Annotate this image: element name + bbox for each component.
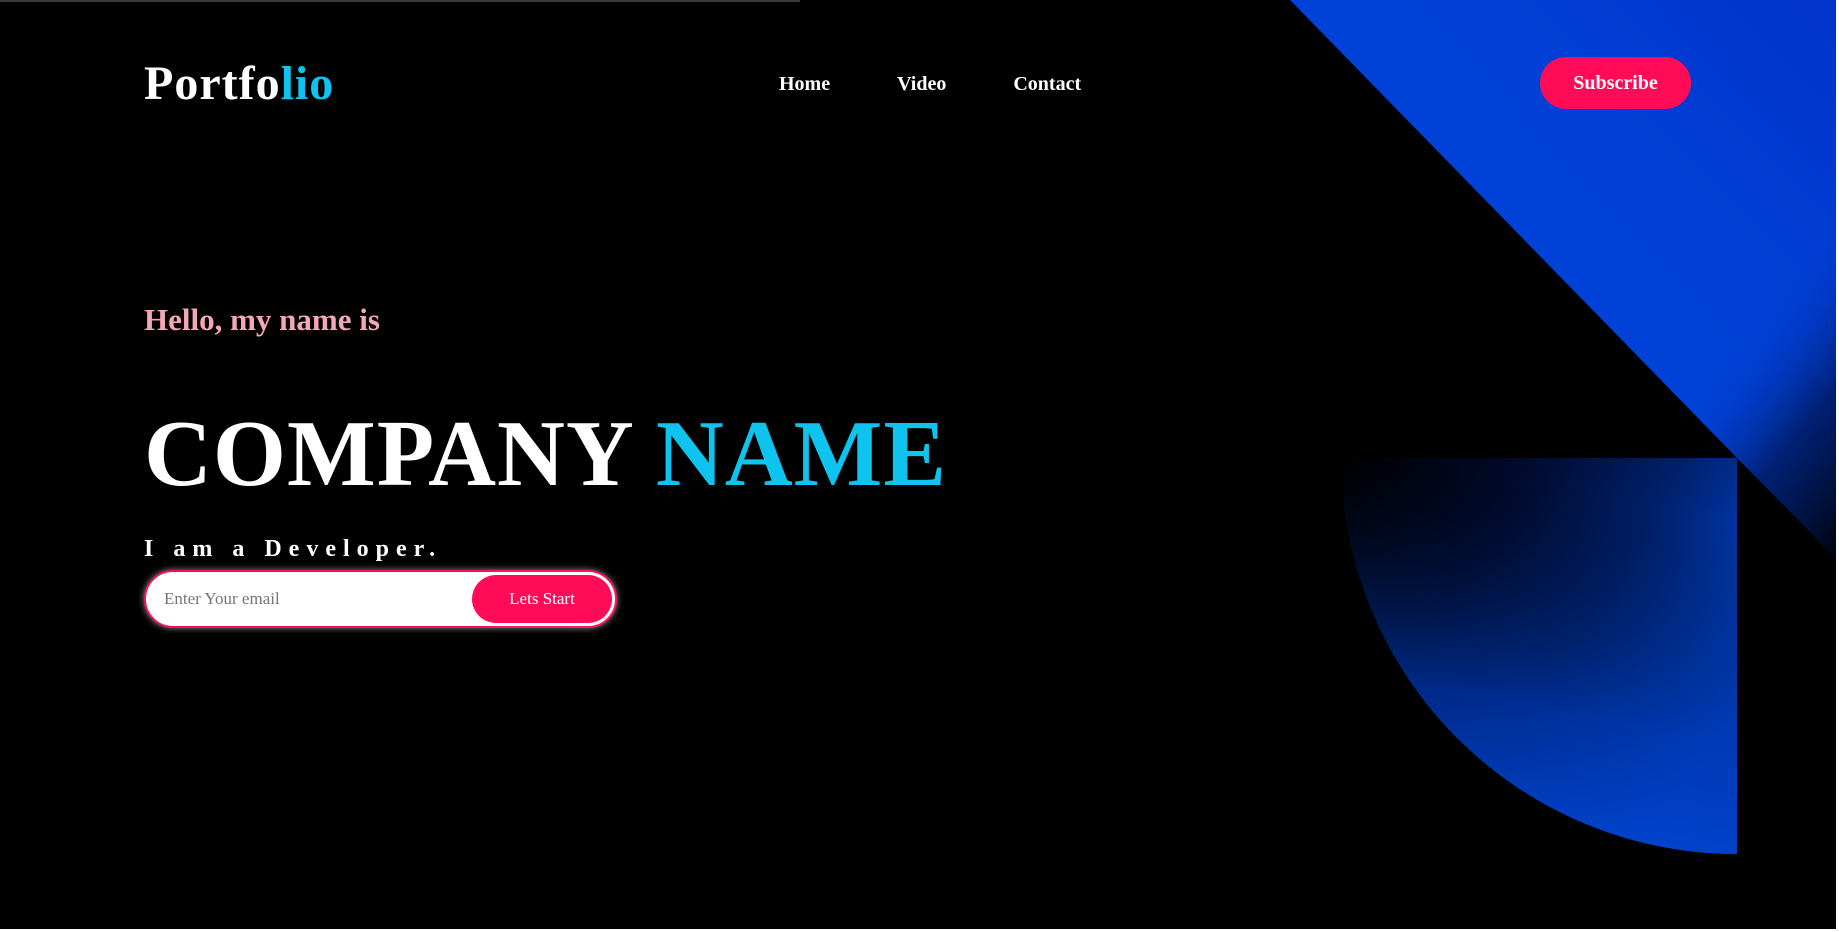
company-name-main: COMPANY xyxy=(144,402,632,506)
company-name-accent: NAME xyxy=(655,402,948,506)
nav-link-home[interactable]: Home xyxy=(779,71,830,97)
lets-start-button[interactable]: Lets Start xyxy=(472,575,612,623)
logo-accent-text: lio xyxy=(280,57,335,110)
greeting-text: Hello, my name is xyxy=(144,302,380,337)
main-nav: Home Video Contact xyxy=(779,71,1081,97)
logo[interactable]: Portfolio xyxy=(144,56,334,112)
top-divider xyxy=(0,0,800,2)
quarter-circle-shape xyxy=(1341,458,1737,854)
email-input[interactable] xyxy=(164,582,464,616)
logo-main-text: Portfo xyxy=(144,57,281,110)
landing-page: Portfolio Home Video Contact Subscribe H… xyxy=(0,0,1836,929)
subscribe-button[interactable]: Subscribe xyxy=(1540,57,1691,109)
page: Portfolio Home Video Contact Subscribe H… xyxy=(0,0,1839,932)
email-signup-form: Lets Start xyxy=(144,570,617,628)
nav-link-contact[interactable]: Contact xyxy=(1013,71,1081,97)
nav-link-video[interactable]: Video xyxy=(897,71,946,97)
role-text: I am a Developer. xyxy=(144,536,443,562)
company-name-heading: COMPANY NAME xyxy=(144,398,947,510)
